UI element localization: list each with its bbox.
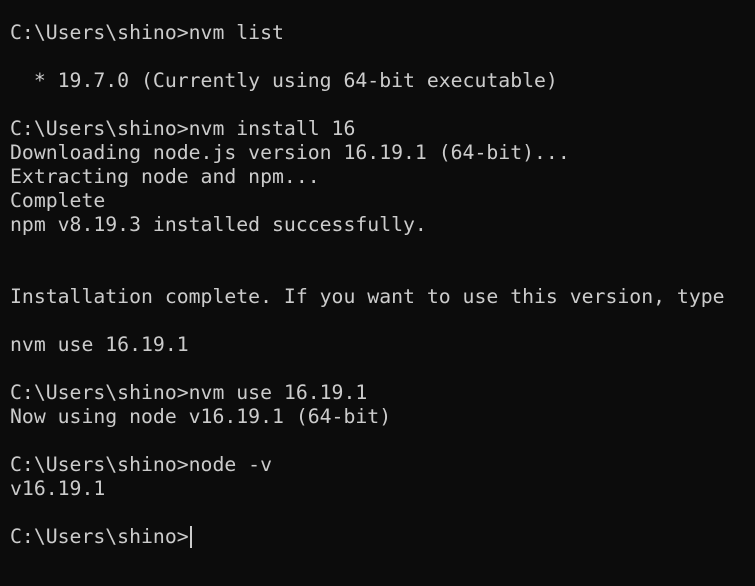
terminal-line: nvm use 16.19.1 [10,333,189,356]
terminal-output[interactable]: C:\Users\shino>nvm list * 19.7.0 (Curren… [0,0,755,586]
terminal-line: C:\Users\shino>nvm use 16.19.1 [10,381,368,404]
terminal-line: * 19.7.0 (Currently using 64-bit executa… [10,69,558,92]
command-prompt: C:\Users\shino> [10,525,189,548]
terminal-line: C:\Users\shino>node -v [10,453,273,476]
terminal-line: Now using node v16.19.1 (64-bit) [10,405,392,428]
terminal-line: v16.19.1 [10,477,106,500]
terminal-line: Downloading node.js version 16.19.1 (64-… [10,141,570,164]
command-prompt-line[interactable]: C:\Users\shino> [10,525,755,549]
terminal-line: C:\Users\shino>nvm list [10,21,284,44]
terminal-line: C:\Users\shino>nvm install 16 [10,117,356,140]
terminal-line: Extracting node and npm... [10,165,320,188]
text-cursor [189,526,192,548]
terminal-line: Complete [10,189,106,212]
terminal-line: npm v8.19.3 installed successfully. [10,213,427,236]
terminal-line: Installation complete. If you want to us… [10,285,725,308]
